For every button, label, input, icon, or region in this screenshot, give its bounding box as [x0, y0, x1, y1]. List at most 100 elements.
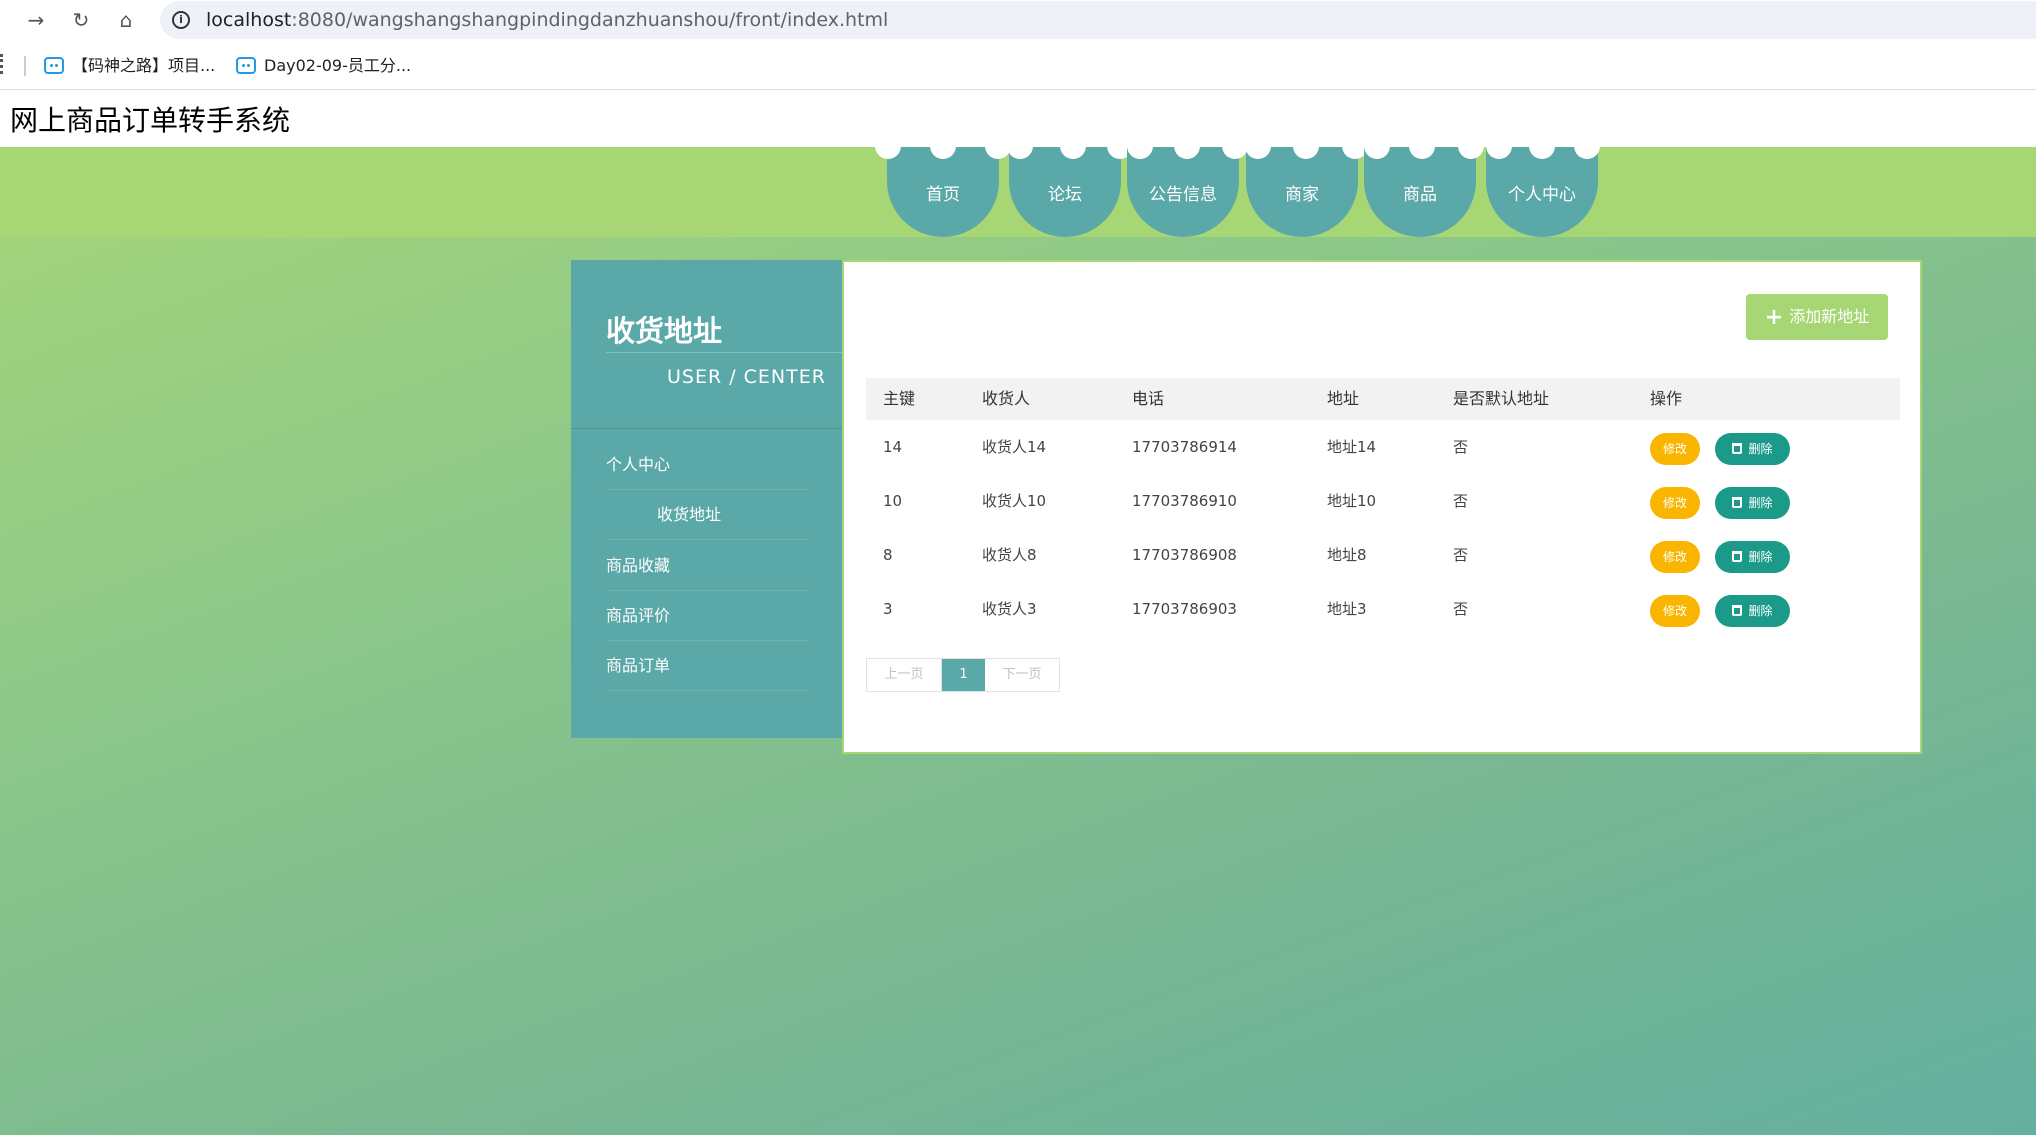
- bookmark-label: Day02-09-员工分...: [264, 56, 412, 75]
- bookmark-label: 【码神之路】项目...: [72, 56, 216, 75]
- sidebar-subtitle: USER / CENTER: [667, 366, 826, 388]
- nav-tab-label: 商品: [1403, 185, 1437, 205]
- trash-icon: [1732, 443, 1743, 454]
- main-area: 首页 论坛 公告信息 商家 商品 个人中心 收货地址 USER / CENTER…: [0, 133, 2036, 1135]
- cell-address: 地址10: [1327, 492, 1377, 510]
- nav-tab-label: 论坛: [1048, 185, 1082, 205]
- table-row: 14 收货人14 17703786914 地址14 否 修改 删除: [866, 420, 1900, 474]
- sidebar-title: 收货地址: [606, 314, 723, 348]
- cell-default: 否: [1453, 438, 1469, 456]
- cell-address: 地址3: [1327, 600, 1367, 618]
- pagination: 上一页 1 下一页: [866, 658, 1060, 692]
- scallop-decoration: [1364, 133, 1390, 159]
- cell-recipient: 收货人14: [982, 438, 1047, 456]
- cell-default: 否: [1453, 492, 1469, 510]
- cell-phone: 17703786908: [1132, 546, 1237, 564]
- scallop-decoration: [875, 133, 901, 159]
- sidebar-item-reviews[interactable]: 商品评价: [606, 591, 808, 641]
- column-header-phone: 电话: [1132, 389, 1165, 408]
- bilibili-icon: [236, 57, 256, 74]
- cell-id: 14: [883, 438, 903, 456]
- table-row: 10 收货人10 17703786910 地址10 否 修改 删除: [866, 474, 1900, 528]
- bookmarks-bar: 【码神之路】项目... Day02-09-员工分...: [0, 40, 2036, 90]
- delete-button[interactable]: 删除: [1715, 433, 1790, 465]
- edit-button[interactable]: 修改: [1650, 541, 1700, 573]
- scallop-decoration: [1409, 133, 1435, 159]
- sidebar-item-user-center[interactable]: 个人中心: [606, 440, 808, 490]
- delete-button[interactable]: 删除: [1715, 595, 1790, 627]
- plus-icon: +: [1764, 305, 1784, 330]
- scallop-decoration: [1127, 133, 1153, 159]
- prev-page-button[interactable]: 上一页: [867, 659, 942, 691]
- next-page-button[interactable]: 下一页: [985, 659, 1059, 691]
- cell-id: 3: [883, 600, 893, 618]
- nav-tab-label: 公告信息: [1149, 185, 1217, 205]
- cell-address: 地址14: [1327, 438, 1377, 456]
- site-title: 网上商品订单转手系统: [10, 104, 291, 137]
- user-center-sidebar: 收货地址 USER / CENTER 个人中心 收货地址 商品收藏 商品评价 商…: [571, 260, 843, 738]
- cell-phone: 17703786903: [1132, 600, 1237, 618]
- cell-id: 8: [883, 546, 893, 564]
- scallop-decoration: [1007, 133, 1033, 159]
- scallop-decoration: [1486, 133, 1512, 159]
- column-header-id: 主键: [883, 389, 916, 408]
- cell-address: 地址8: [1327, 546, 1367, 564]
- edit-button[interactable]: 修改: [1650, 433, 1700, 465]
- browser-toolbar: → ↻ ⌂ i localhost:8080/wangshangshangpin…: [0, 0, 2036, 40]
- scallop-decoration: [1529, 133, 1555, 159]
- scallop-decoration: [1174, 133, 1200, 159]
- cell-default: 否: [1453, 600, 1469, 618]
- scallop-decoration: [1245, 133, 1271, 159]
- forward-icon[interactable]: →: [22, 6, 50, 34]
- sidebar-item-addresses[interactable]: 收货地址: [606, 490, 808, 540]
- sidebar-item-orders[interactable]: 商品订单: [606, 641, 808, 691]
- url-text[interactable]: localhost:8080/wangshangshangpindingdanz…: [206, 9, 888, 31]
- cell-id: 10: [883, 492, 903, 510]
- delete-button[interactable]: 删除: [1715, 541, 1790, 573]
- edit-button[interactable]: 修改: [1650, 487, 1700, 519]
- sidebar-item-favorites[interactable]: 商品收藏: [606, 541, 808, 591]
- bookmark-item[interactable]: 【码神之路】项目...: [44, 54, 215, 78]
- delete-button[interactable]: 删除: [1715, 487, 1790, 519]
- cell-phone: 17703786914: [1132, 438, 1237, 456]
- add-address-button[interactable]: + 添加新地址: [1746, 294, 1888, 340]
- apps-icon[interactable]: [0, 54, 6, 74]
- url-host: localhost: [206, 9, 292, 31]
- add-address-label: 添加新地址: [1789, 307, 1870, 326]
- cell-default: 否: [1453, 546, 1469, 564]
- scallop-decoration: [1574, 133, 1600, 159]
- bilibili-icon: [44, 57, 64, 74]
- sidebar-title-divider: [606, 352, 843, 353]
- url-path: :8080/wangshangshangpindingdanzhuanshou/…: [291, 9, 889, 31]
- address-content-panel: + 添加新地址 主键 收货人 电话 地址 是否默认地址 操作 14 收货人14 1…: [842, 260, 1922, 754]
- bookmark-item[interactable]: Day02-09-员工分...: [236, 54, 411, 78]
- address-table: 主键 收货人 电话 地址 是否默认地址 操作 14 收货人14 17703786…: [866, 378, 1900, 636]
- table-row: 3 收货人3 17703786903 地址3 否 修改 删除: [866, 582, 1900, 636]
- column-header-address: 地址: [1327, 389, 1360, 408]
- nav-tab-label: 个人中心: [1508, 185, 1576, 205]
- cell-recipient: 收货人10: [982, 492, 1047, 510]
- scallop-decoration: [1060, 133, 1086, 159]
- delete-label: 删除: [1748, 550, 1773, 564]
- column-header-default: 是否默认地址: [1453, 389, 1550, 408]
- site-info-icon[interactable]: i: [172, 11, 190, 29]
- trash-icon: [1732, 551, 1743, 562]
- scallop-decoration: [930, 133, 956, 159]
- trash-icon: [1732, 605, 1743, 616]
- address-bar[interactable]: i localhost:8080/wangshangshangpindingda…: [160, 1, 2036, 39]
- delete-label: 删除: [1748, 604, 1773, 618]
- home-icon[interactable]: ⌂: [112, 6, 140, 34]
- column-header-recipient: 收货人: [982, 389, 1031, 408]
- scallop-decoration: [1458, 133, 1484, 159]
- table-header: 主键 收货人 电话 地址 是否默认地址 操作: [866, 378, 1900, 420]
- scallop-decoration: [1293, 133, 1319, 159]
- edit-button[interactable]: 修改: [1650, 595, 1700, 627]
- column-header-actions: 操作: [1650, 389, 1683, 408]
- reload-icon[interactable]: ↻: [67, 6, 95, 34]
- bookmark-separator: [24, 56, 26, 76]
- nav-tab-label: 首页: [926, 185, 960, 205]
- table-row: 8 收货人8 17703786908 地址8 否 修改 删除: [866, 528, 1900, 582]
- trash-icon: [1732, 497, 1743, 508]
- delete-label: 删除: [1748, 496, 1773, 510]
- current-page-button[interactable]: 1: [942, 659, 985, 691]
